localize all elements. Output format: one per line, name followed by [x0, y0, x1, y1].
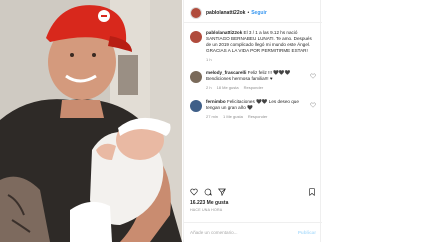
- post-actions-bar: [190, 186, 316, 198]
- comment-meta: 2 h 18 Me gusta Responder: [206, 85, 314, 90]
- comment-likes[interactable]: 1 Me gusta: [223, 114, 243, 119]
- avatar[interactable]: [190, 100, 202, 112]
- separator-dot: •: [247, 9, 250, 16]
- comment-meta: 27 min 1 Me gusta Responder: [206, 114, 314, 119]
- post-photo[interactable]: [0, 0, 182, 242]
- page-background: [322, 0, 430, 242]
- post-header: pablolanatti22ok • Seguir: [184, 3, 322, 23]
- caption-time: 1 h: [206, 57, 212, 62]
- photo-illustration: [0, 0, 182, 242]
- save-button[interactable]: [308, 188, 316, 196]
- heart-icon: [190, 188, 198, 196]
- list-item: melody_frascarelli Feliz feliz !!! 🖤🖤🖤 B…: [190, 70, 316, 90]
- list-item: fernimbo Felicitaciones 🖤🖤 Les deseo que…: [190, 99, 316, 119]
- caption-meta: 1 h: [206, 57, 314, 62]
- caption-text-block: pablolanatti22ok El 3 / 1 a las 9.12 hs …: [206, 30, 314, 54]
- comment-button[interactable]: [204, 188, 212, 196]
- comment-text-block: fernimbo Felicitaciones 🖤🖤 Les deseo que…: [206, 99, 314, 111]
- like-button[interactable]: [190, 188, 198, 196]
- comment-input[interactable]: Añade un comentario...: [190, 230, 238, 235]
- reply-button[interactable]: Responder: [244, 85, 264, 90]
- post-timestamp: HACE UNA HORA: [190, 208, 223, 212]
- comment-text-block: melody_frascarelli Feliz feliz !!! 🖤🖤🖤 B…: [206, 70, 314, 82]
- bookmark-icon: [309, 188, 315, 196]
- add-comment-bar: Añade un comentario... Publicar: [184, 222, 322, 242]
- publish-button[interactable]: Publicar: [298, 230, 316, 235]
- share-button[interactable]: [218, 188, 226, 196]
- post-username[interactable]: pablolanatti22ok: [206, 10, 245, 16]
- heart-icon[interactable]: [310, 102, 316, 108]
- comment-body: melody_frascarelli Feliz feliz !!! 🖤🖤🖤 B…: [206, 70, 314, 90]
- comment-username[interactable]: melody_frascarelli: [206, 70, 246, 75]
- comment-username[interactable]: fernimbo: [206, 99, 226, 104]
- caption-body: pablolanatti22ok El 3 / 1 a las 9.12 hs …: [206, 30, 314, 62]
- comment-body: fernimbo Felicitaciones 🖤🖤 Les deseo que…: [206, 99, 314, 119]
- avatar[interactable]: [190, 31, 202, 43]
- caption-username[interactable]: pablolanatti22ok: [206, 30, 242, 35]
- heart-icon[interactable]: [310, 73, 316, 79]
- avatar[interactable]: [190, 71, 202, 83]
- share-icon: [218, 188, 226, 196]
- caption-comment: pablolanatti22ok El 3 / 1 a las 9.12 hs …: [190, 30, 316, 62]
- follow-button[interactable]: Seguir: [251, 10, 267, 16]
- comment-time: 27 min: [206, 114, 219, 119]
- instagram-post-window: pablolanatti22ok • Seguir pablolanatti22…: [0, 0, 430, 242]
- comment-likes[interactable]: 18 Me gusta: [217, 85, 239, 90]
- comment-time: 2 h: [206, 85, 212, 90]
- comment-icon: [204, 188, 212, 196]
- comments-list[interactable]: pablolanatti22ok El 3 / 1 a las 9.12 hs …: [184, 30, 322, 180]
- avatar[interactable]: [190, 6, 202, 19]
- post-details-panel: pablolanatti22ok • Seguir pablolanatti22…: [183, 0, 322, 242]
- reply-button[interactable]: Responder: [248, 114, 268, 119]
- likes-count[interactable]: 16.223 Me gusta: [190, 200, 228, 206]
